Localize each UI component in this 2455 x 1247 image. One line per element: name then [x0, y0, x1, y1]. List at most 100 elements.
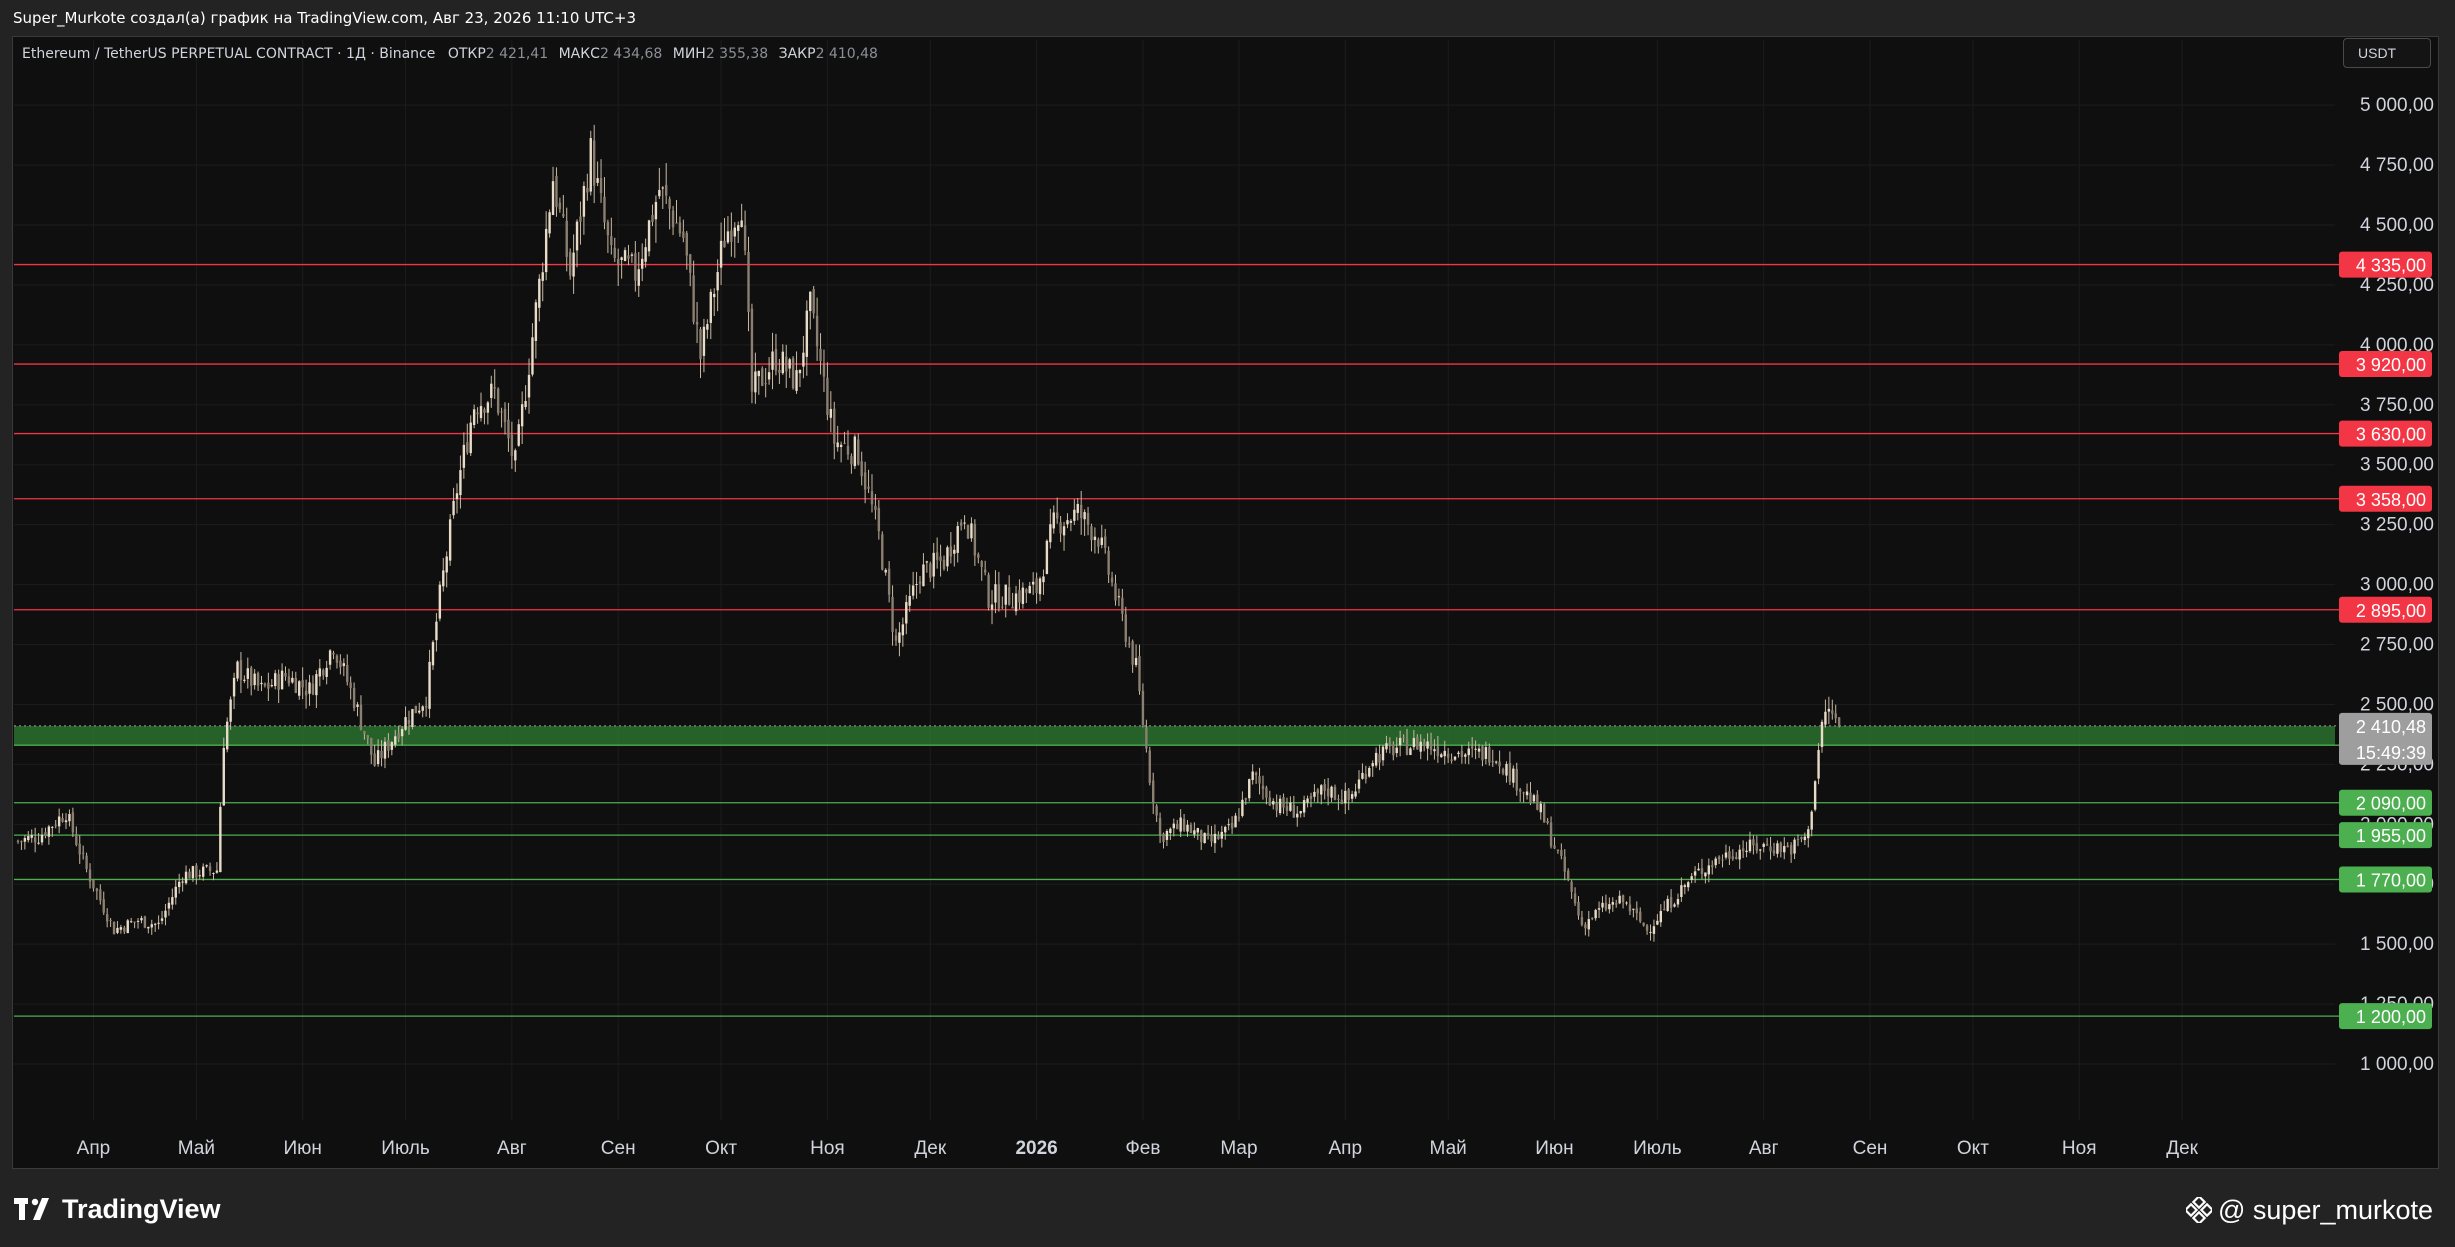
price-chart[interactable]: 1 000,001 250,001 500,001 750,002 000,00…	[0, 0, 2455, 1247]
candle-body	[774, 349, 778, 371]
currency-button[interactable]: USDT	[2343, 38, 2431, 68]
candle-body	[665, 184, 668, 196]
candle-body	[219, 806, 222, 873]
candle-body	[1525, 791, 1529, 796]
candle-body	[1484, 747, 1488, 759]
candle-body	[1124, 614, 1127, 642]
candle-body	[1378, 754, 1381, 763]
candle-body	[459, 470, 462, 496]
candle-body	[702, 326, 706, 356]
candle-body	[1501, 769, 1505, 774]
candle-body	[332, 652, 335, 655]
candle-body	[33, 837, 37, 843]
candle-body	[75, 833, 78, 846]
candle-body	[1711, 865, 1714, 867]
candle-body	[349, 682, 352, 688]
candle-body	[1512, 768, 1515, 783]
candle-body	[383, 741, 387, 759]
candle-body	[1145, 727, 1148, 749]
candle-body	[819, 348, 822, 362]
candle-body	[1573, 893, 1577, 904]
candle-body	[263, 683, 267, 686]
candle-body	[637, 269, 640, 286]
candle-body	[1196, 828, 1200, 833]
level-badge-label: 3 630,00	[2356, 425, 2426, 445]
level-badge-label: 1 955,00	[2356, 826, 2426, 846]
candle-body	[1031, 581, 1035, 585]
candle-body	[143, 916, 147, 928]
candle-body	[1364, 773, 1368, 780]
price-axis[interactable]: 1 000,001 250,001 500,001 750,002 000,00…	[2360, 95, 2434, 1075]
candle-body	[1182, 819, 1186, 831]
time-tick-label: Фев	[1125, 1138, 1160, 1159]
candle-body	[1309, 796, 1313, 799]
candle-body	[1354, 791, 1357, 797]
candle-body	[1796, 838, 1800, 840]
candle-body	[57, 816, 61, 827]
candle-body	[809, 291, 812, 312]
candle-body	[644, 247, 647, 262]
candle-body	[308, 682, 311, 694]
bar-countdown: 15:49:39	[2356, 743, 2426, 763]
candle-body	[1426, 741, 1429, 749]
candle-body	[1813, 781, 1817, 810]
candle-body	[1313, 791, 1316, 797]
candle-body	[208, 866, 212, 872]
candle-body	[558, 202, 562, 210]
candle-body	[490, 383, 493, 398]
candle-body	[414, 705, 418, 713]
level-badge-label: 3 358,00	[2356, 490, 2426, 510]
candle-body	[1697, 868, 1700, 871]
candle-body	[1817, 750, 1820, 779]
time-axis[interactable]: Апр Май Июн Июль Авг Сен Окт Ноя Дек 2026 Фев Мар Ап…	[77, 1138, 2199, 1159]
level-badge-label: 2 090,00	[2356, 794, 2426, 814]
candle-body	[1680, 885, 1683, 897]
candle-body	[174, 886, 177, 898]
candle-body	[1076, 503, 1079, 513]
candle-body	[582, 185, 586, 217]
candle-body	[1560, 849, 1563, 856]
candle-body	[1481, 746, 1484, 761]
level-badge-label: 3 920,00	[2356, 355, 2426, 375]
candle-body	[1642, 922, 1645, 926]
candle-body	[788, 359, 791, 369]
candle-body	[689, 254, 692, 273]
candle-body	[356, 704, 359, 707]
candle-body	[1398, 737, 1402, 746]
candle-body	[466, 442, 469, 453]
candle-body	[1272, 801, 1275, 805]
candle-body	[1687, 882, 1690, 888]
candle-body	[640, 258, 644, 269]
candle-body	[1186, 824, 1189, 832]
candle-body	[1189, 824, 1193, 834]
candle-body	[1717, 856, 1721, 860]
price-tick-label: 3 500,00	[2360, 455, 2434, 476]
price-tick-label: 4 250,00	[2360, 275, 2434, 296]
candle-body	[102, 899, 105, 913]
candle-body	[1409, 748, 1412, 755]
candle-body	[1285, 806, 1289, 811]
candle-body	[846, 445, 850, 455]
candle-body	[253, 673, 256, 686]
candle-body	[1001, 606, 1004, 608]
time-tick-label: Июль	[1633, 1138, 1682, 1159]
candle-body	[719, 240, 723, 268]
tradingview-brand[interactable]: TradingView	[14, 1194, 221, 1224]
time-tick-label: Апр	[77, 1138, 111, 1159]
close-label: ЗАКР	[778, 46, 816, 62]
candle-body	[839, 444, 843, 448]
candle-body	[538, 278, 541, 308]
candle-body	[994, 584, 997, 603]
candle-body	[164, 910, 167, 918]
candle-body	[85, 855, 88, 870]
candle-body	[1505, 763, 1508, 776]
time-tick-label: Июн	[1535, 1138, 1573, 1159]
candle-body	[548, 212, 551, 234]
candle-body	[1639, 911, 1642, 922]
candle-body	[829, 408, 833, 418]
candle-body	[1759, 849, 1762, 851]
candle-body	[418, 710, 421, 713]
candle-body	[157, 922, 160, 924]
candle-body	[1460, 750, 1464, 757]
candle-body	[589, 138, 592, 192]
